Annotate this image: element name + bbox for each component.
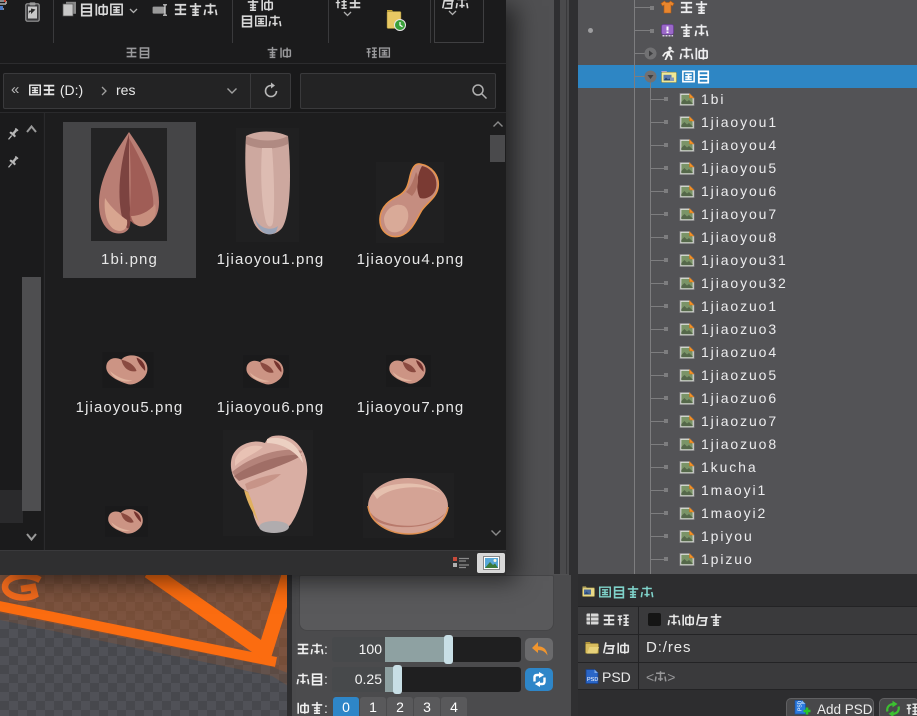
- svg-text:PSD: PSD: [587, 677, 598, 683]
- svg-text:PSD: PSD: [798, 700, 804, 711]
